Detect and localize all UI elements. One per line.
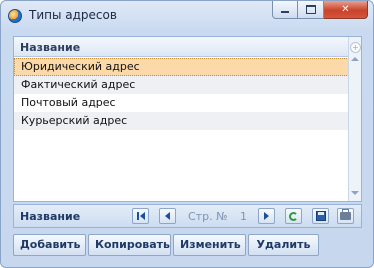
- scroll-down-icon[interactable]: [351, 191, 359, 195]
- page-label: Стр. №: [188, 210, 228, 223]
- first-page-button[interactable]: [132, 208, 149, 224]
- minimize-icon: [281, 11, 289, 13]
- table-row[interactable]: Юридический адрес: [14, 58, 349, 76]
- delete-button[interactable]: Удалить: [248, 234, 319, 256]
- title-bar[interactable]: Типы адресов ✕: [1, 1, 373, 31]
- page-number: 1: [240, 210, 247, 223]
- window-controls: ✕: [272, 1, 368, 21]
- scroll-up-icon[interactable]: [351, 57, 359, 61]
- pager-field-label: Название: [20, 210, 81, 223]
- edit-button[interactable]: Изменить: [173, 234, 246, 256]
- window-title: Типы адресов: [29, 8, 117, 22]
- table-row[interactable]: Почтовый адрес: [14, 94, 349, 112]
- grid-rows: Юридический адрес Фактический адрес Почт…: [14, 58, 349, 130]
- next-page-button[interactable]: [258, 208, 275, 224]
- add-button[interactable]: Добавить: [13, 234, 86, 256]
- print-icon: [340, 209, 351, 220]
- column-header-label: Название: [20, 41, 81, 54]
- table-row[interactable]: Курьерский адрес: [14, 112, 349, 130]
- pager-bar: Название Стр. № 1: [13, 204, 362, 228]
- copy-button[interactable]: Копировать: [88, 234, 171, 256]
- prev-page-button[interactable]: [159, 208, 176, 224]
- column-header-name[interactable]: Название: [14, 37, 349, 57]
- save-button[interactable]: [312, 208, 329, 224]
- print-button[interactable]: [337, 208, 354, 224]
- prev-page-icon: [165, 212, 170, 220]
- first-page-icon: [136, 212, 139, 220]
- app-globe-icon: [8, 9, 22, 23]
- vertical-scrollbar[interactable]: +: [348, 37, 361, 201]
- refresh-icon: [289, 211, 298, 221]
- address-types-window: Типы адресов ✕ Название Юридический адре…: [0, 0, 374, 268]
- minimize-button[interactable]: [272, 1, 298, 19]
- maximize-button[interactable]: [298, 1, 324, 19]
- maximize-icon: [305, 5, 316, 14]
- table-row[interactable]: Фактический адрес: [14, 76, 349, 94]
- refresh-button[interactable]: [285, 208, 302, 224]
- action-buttons: Добавить Копировать Изменить Удалить: [13, 234, 319, 256]
- close-button[interactable]: ✕: [324, 1, 368, 19]
- next-page-icon: [264, 212, 269, 220]
- close-icon: ✕: [341, 4, 350, 15]
- save-icon: [315, 211, 326, 221]
- address-types-grid: Название Юридический адрес Фактический а…: [13, 36, 362, 202]
- column-chooser-icon[interactable]: +: [350, 42, 361, 53]
